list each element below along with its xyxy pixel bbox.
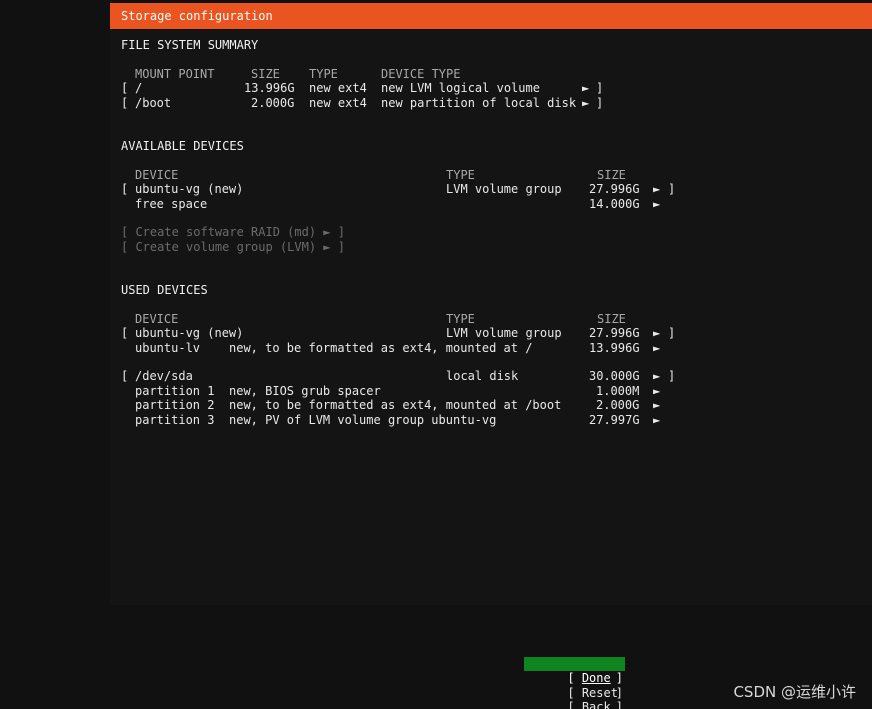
mount-point: / (135, 81, 143, 95)
device-type: LVM volume group (446, 326, 562, 340)
volume-name: ubuntu-lv (135, 341, 201, 355)
column-header-device-type: DEVICE TYPE (381, 67, 461, 81)
fs-type: new ext4 (309, 96, 367, 110)
row-bracket-close: ] (596, 81, 604, 95)
row-menu-arrow-icon[interactable]: ► (653, 384, 660, 398)
size-value: 27.996G (589, 182, 640, 196)
row-bracket-close: ] (668, 326, 676, 340)
size-value: 13.996G (589, 341, 640, 355)
fs-type: new ext4 (309, 81, 367, 95)
installer-screen: Storage configuration FILE SYSTEM SUMMAR… (0, 0, 872, 709)
section-heading: FILE SYSTEM SUMMARY (121, 38, 259, 52)
device-type: new partition of local disk (381, 96, 577, 110)
volume-description: new, to be formatted as ext4, mounted at… (229, 341, 533, 355)
size-value: 2.000G (251, 96, 295, 110)
done-button[interactable]: [ Done] (524, 657, 625, 685)
column-header-type: TYPE (446, 168, 475, 182)
column-header-type: TYPE (309, 67, 338, 81)
column-header-size: SIZE (251, 67, 280, 81)
device-type: local disk (446, 369, 519, 383)
size-value: 14.000G (589, 197, 640, 211)
row-menu-arrow-icon[interactable]: ► (653, 398, 660, 412)
column-header-size: SIZE (597, 168, 626, 182)
mount-point: /boot (135, 96, 172, 110)
size-value: 27.996G (589, 326, 640, 340)
row-menu-arrow-icon[interactable]: ► (582, 81, 589, 95)
partition-description: new, PV of LVM volume group ubuntu-vg (229, 413, 497, 427)
size-value: 27.997G (589, 413, 640, 427)
row-menu-arrow-icon[interactable]: ► (653, 326, 660, 340)
row-bracket-open: [ (121, 326, 129, 340)
content-panel (110, 30, 872, 605)
button-bracket-open: [ (567, 700, 582, 709)
size-value: 30.000G (589, 369, 640, 383)
partition-name: partition 2 (135, 398, 215, 412)
create-software-raid-button[interactable]: [ Create software RAID (md) ► ] (121, 225, 345, 239)
device-name: free space (135, 197, 208, 211)
section-heading: USED DEVICES (121, 283, 208, 297)
column-header-type: TYPE (446, 312, 475, 326)
size-value: 13.996G (244, 81, 295, 95)
create-volume-group-button[interactable]: [ Create volume group (LVM) ► ] (121, 240, 345, 254)
row-menu-arrow-icon[interactable]: ► (582, 96, 589, 110)
row-menu-arrow-icon[interactable]: ► (653, 341, 660, 355)
row-bracket-open: [ (121, 369, 129, 383)
watermark: CSDN @运维小许 (733, 683, 856, 701)
column-header-size: SIZE (597, 312, 626, 326)
column-header-device: DEVICE (135, 168, 179, 182)
partition-name: partition 3 (135, 413, 215, 427)
row-bracket-close: ] (596, 96, 604, 110)
row-bracket-open: [ (121, 96, 129, 110)
row-menu-arrow-icon[interactable]: ► (653, 413, 660, 427)
page-title: Storage configuration (121, 9, 273, 23)
row-bracket-open: [ (121, 81, 129, 95)
row-bracket-close: ] (668, 182, 676, 196)
device-name: ubuntu-vg (new) (135, 326, 244, 340)
row-menu-arrow-icon[interactable]: ► (653, 197, 660, 211)
device-type: LVM volume group (446, 182, 562, 196)
row-menu-arrow-icon[interactable]: ► (653, 182, 660, 196)
size-value: 2.000G (596, 398, 640, 412)
button-label: Back (581, 700, 611, 709)
row-bracket-open: [ (121, 182, 129, 196)
column-header-device: DEVICE (135, 312, 179, 326)
row-bracket-close: ] (668, 369, 676, 383)
size-value: 1.000M (596, 384, 640, 398)
device-type: new LVM logical volume (381, 81, 540, 95)
partition-name: partition 1 (135, 384, 215, 398)
back-button[interactable]: [ Back] (524, 686, 625, 709)
row-menu-arrow-icon[interactable]: ► (653, 369, 660, 383)
device-name: /dev/sda (135, 369, 193, 383)
partition-description: new, BIOS grub spacer (229, 384, 381, 398)
partition-description: new, to be formatted as ext4, mounted at… (229, 398, 562, 412)
title-bar-header: Storage configuration (110, 3, 872, 29)
device-name: ubuntu-vg (new) (135, 182, 244, 196)
button-bracket-close: ] (615, 700, 623, 709)
column-header-mount-point: MOUNT POINT (135, 67, 215, 81)
section-heading: AVAILABLE DEVICES (121, 139, 244, 153)
reset-button[interactable]: [ Reset] (524, 672, 625, 700)
title-bar: Storage configuration (0, 0, 872, 30)
